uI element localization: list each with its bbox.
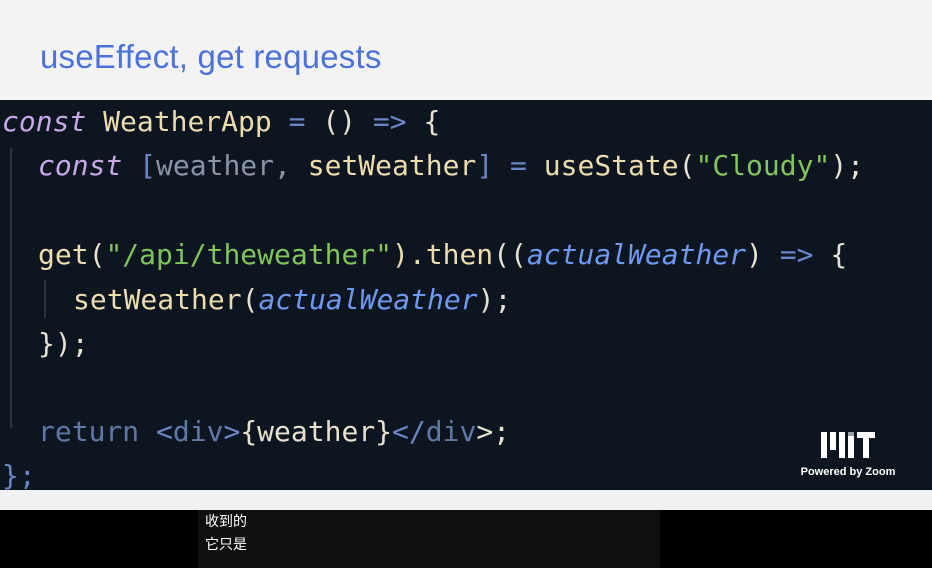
function-get: get xyxy=(38,238,89,271)
operator-equals: = xyxy=(510,149,527,182)
function-setweather: setWeather xyxy=(73,283,242,316)
code-line-4: get("/api/theweather").then((actualWeath… xyxy=(38,237,847,273)
code-line-8: return <div>{weather}</div>; xyxy=(38,414,510,450)
keyword-const: const xyxy=(2,105,87,138)
code-line-1: const WeatherApp = () => { xyxy=(2,104,440,140)
code-line-6: }); xyxy=(38,326,89,362)
paren-open: ( xyxy=(678,149,696,182)
identifier-weatherapp: WeatherApp xyxy=(103,105,272,138)
identifier-weather: weather, xyxy=(156,149,291,182)
parens: () xyxy=(322,105,357,138)
zoom-branding: Powered by Zoom xyxy=(794,430,902,478)
code-block: const WeatherApp = () => { const [weathe… xyxy=(0,100,932,490)
arrow: => xyxy=(372,105,407,138)
paren-open: (( xyxy=(493,238,527,271)
tag-gt: > xyxy=(223,415,241,448)
tag-close-gt: >; xyxy=(476,415,511,448)
code-line-9: }; xyxy=(2,458,36,490)
powered-by-zoom: Powered by Zoom xyxy=(800,466,896,478)
subtitle-line-1: 收到的 xyxy=(205,514,247,530)
paren-open: ( xyxy=(241,283,259,316)
keyword-return: return xyxy=(38,415,140,448)
indent-guide xyxy=(10,148,12,428)
arrow: => xyxy=(779,238,814,271)
code-line-2: const [weather, setWeather] = useState("… xyxy=(38,148,864,184)
bracket-open: [ xyxy=(139,149,157,182)
operator-equals: = xyxy=(288,105,306,138)
string-cloudy: "Cloudy" xyxy=(695,149,831,182)
block-close: }); xyxy=(38,327,89,360)
paren-close: ); xyxy=(477,283,512,316)
subtitle-line-2: 它只是 xyxy=(205,537,247,553)
function-usestate: useState xyxy=(543,149,679,182)
paren-close: ) xyxy=(746,238,763,271)
method-then: ).then xyxy=(392,238,494,271)
slide-header: useEffect, get requests xyxy=(0,0,932,100)
slide-title: useEffect, get requests xyxy=(40,38,382,75)
tag-div-close: div xyxy=(425,415,477,448)
identifier-setweather: setWeather xyxy=(307,149,477,182)
tag-close-lt: </ xyxy=(392,415,426,448)
mit-logo-icon xyxy=(821,432,875,458)
bracket-close: ] xyxy=(476,149,494,182)
video-frame: useEffect, get requests const WeatherApp… xyxy=(0,0,932,568)
block-close: }; xyxy=(2,459,36,490)
code-line-5: setWeather(actualWeather); xyxy=(73,282,511,318)
subtitle-box: 收到的 它只是 xyxy=(198,510,660,568)
paren-open: ( xyxy=(88,238,106,271)
param-actualweather: actualWeather xyxy=(526,238,747,271)
string-api-url: "/api/theweather" xyxy=(105,238,393,271)
indent-guide xyxy=(44,280,46,318)
keyword-const: const xyxy=(38,149,123,182)
paren-close: ); xyxy=(830,149,865,182)
tag-div: div xyxy=(172,415,224,448)
param-actualweather: actualWeather xyxy=(258,283,478,316)
brace-open: { xyxy=(423,105,441,138)
slide-footer xyxy=(0,490,932,510)
brace-open: { xyxy=(830,238,848,271)
jsx-expression: {weather} xyxy=(240,415,393,448)
tag-lt: < xyxy=(156,415,173,448)
